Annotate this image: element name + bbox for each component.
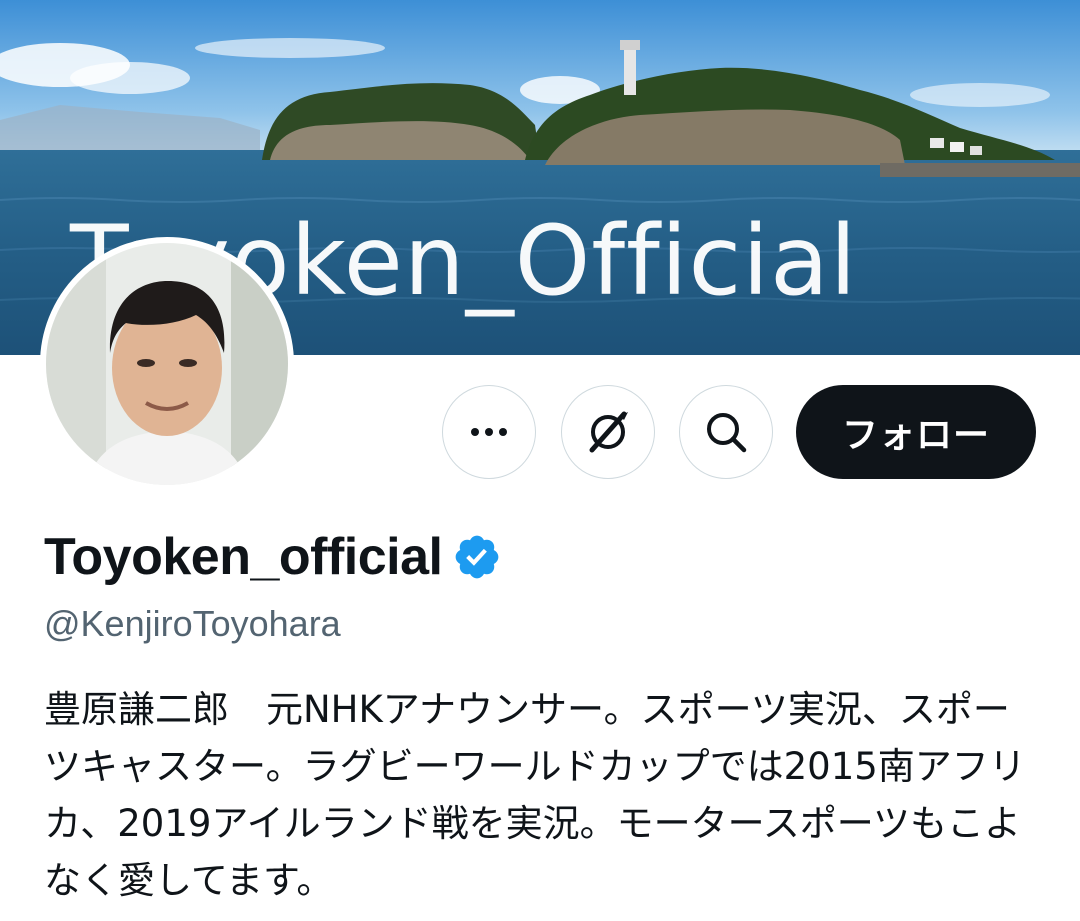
grok-icon (589, 411, 628, 453)
verified-badge-icon[interactable] (452, 532, 502, 582)
more-icon (471, 428, 507, 436)
search-button[interactable] (679, 385, 773, 479)
grok-button[interactable] (561, 385, 655, 479)
follow-button[interactable]: フォロー (796, 385, 1036, 479)
profile-avatar[interactable] (40, 237, 294, 491)
profile-handle: @KenjiroToyohara (44, 603, 341, 644)
more-button[interactable] (442, 385, 536, 479)
display-name-row: Toyoken_official (44, 527, 502, 587)
avatar-photo (46, 243, 288, 485)
search-icon (707, 413, 747, 453)
profile-bio: 豊原謙二郎 元NHKアナウンサー。スポーツ実況、スポーツキャスター。ラグビーワー… (44, 688, 1026, 902)
display-name: Toyoken_official (44, 528, 443, 586)
